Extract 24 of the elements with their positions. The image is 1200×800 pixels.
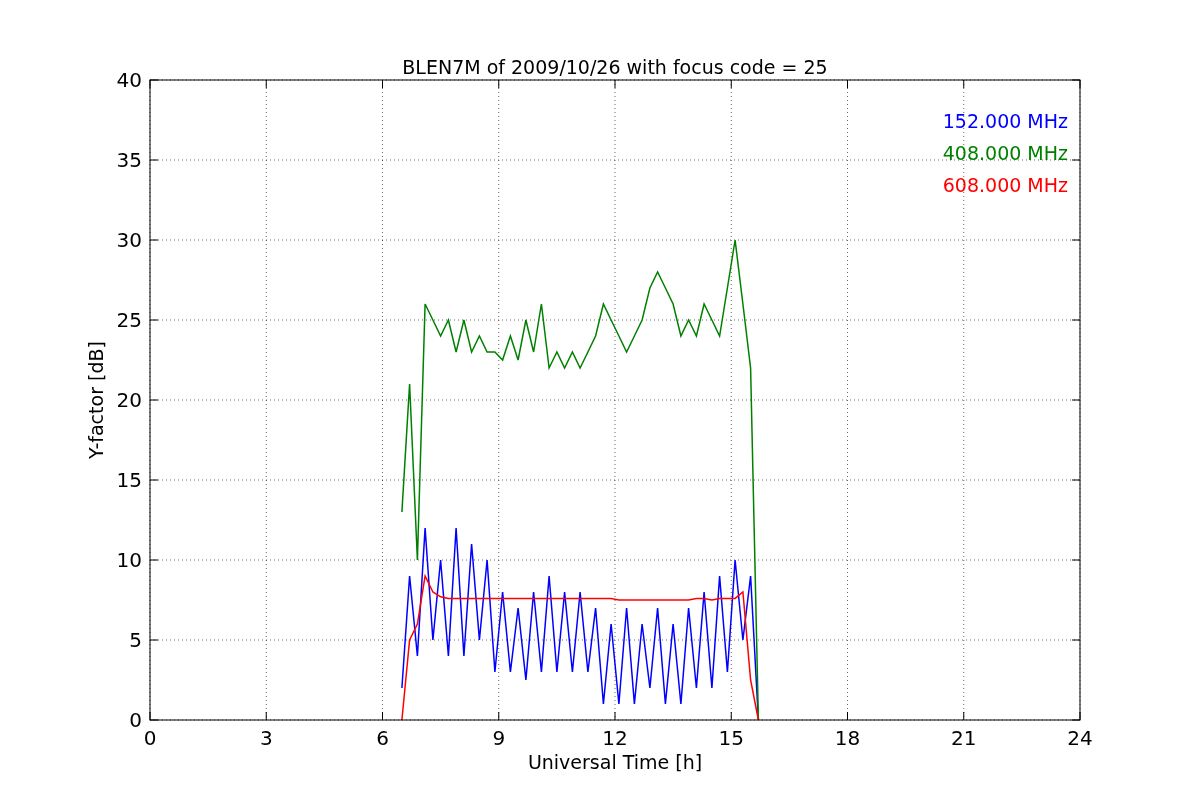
legend-label: 152.000 MHz xyxy=(942,110,1068,132)
x-tick-label: 15 xyxy=(718,726,744,750)
y-tick-label: 15 xyxy=(116,468,142,492)
x-tick-label: 9 xyxy=(492,726,506,750)
x-axis-label: Universal Time [h] xyxy=(527,751,703,773)
y-tick-label: 5 xyxy=(129,628,142,652)
x-tick-label: 0 xyxy=(143,726,157,750)
y-tick-label: 30 xyxy=(116,228,142,252)
y-tick-label: 10 xyxy=(116,548,142,572)
legend-label: 408.000 MHz xyxy=(942,142,1068,164)
x-tick-label: 6 xyxy=(376,726,389,750)
y-tick-label: 20 xyxy=(116,388,142,412)
chart-title: BLEN7M of 2009/10/26 with focus code = 25 xyxy=(402,56,828,78)
y-tick-label: 35 xyxy=(116,148,142,172)
x-tick-label: 24 xyxy=(1067,726,1093,750)
y-axis-label: Y-factor [dB] xyxy=(85,341,107,459)
legend-label: 608.000 MHz xyxy=(942,174,1068,196)
x-tick-label: 21 xyxy=(951,726,977,750)
y-tick-label: 0 xyxy=(129,708,142,732)
y-tick-label: 40 xyxy=(116,68,142,92)
x-tick-label: 12 xyxy=(602,726,628,750)
x-tick-label: 18 xyxy=(834,726,861,750)
x-tick-label: 3 xyxy=(259,726,273,750)
y-tick-label: 25 xyxy=(116,308,142,332)
